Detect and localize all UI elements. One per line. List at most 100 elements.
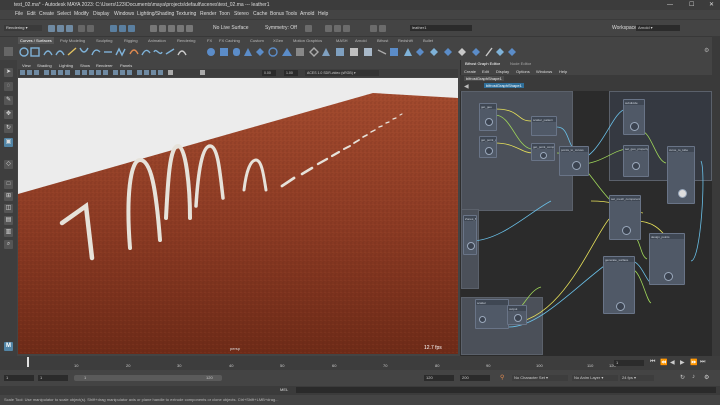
- arc-icon[interactable]: [79, 47, 89, 53]
- gamma-field[interactable]: 1.00: [284, 70, 298, 76]
- node-scatter-pattern[interactable]: scatter_pattern: [531, 116, 557, 136]
- auto-key-icon[interactable]: ⚲: [500, 374, 504, 381]
- current-frame-field[interactable]: 1: [614, 360, 644, 366]
- loop-icon[interactable]: ↻: [680, 374, 685, 381]
- reverse-curve-icon[interactable]: [177, 50, 187, 56]
- four-view-icon[interactable]: ⊞: [4, 192, 13, 201]
- node-get-point-position[interactable]: get_point_position: [479, 136, 497, 158]
- project-curve-icon[interactable]: [390, 48, 398, 56]
- boundary-icon[interactable]: [350, 48, 358, 56]
- last-tool-icon[interactable]: ◇: [4, 160, 13, 169]
- bf-menu-display[interactable]: Display: [496, 68, 509, 75]
- save-scene-icon[interactable]: [66, 25, 73, 32]
- step-back-icon[interactable]: ⏪: [660, 359, 667, 366]
- node-get-point-component[interactable]: get_point_component: [531, 143, 555, 161]
- node-zones-manager[interactable]: Zones_Manager: [463, 215, 477, 255]
- graph-tab[interactable]: bifrostGraphShape1: [464, 76, 504, 81]
- render-frame-icon[interactable]: [325, 25, 332, 32]
- end-frame-field[interactable]: 120: [424, 375, 454, 381]
- square-surface-icon[interactable]: [364, 48, 372, 56]
- pencil-curve-icon[interactable]: [67, 47, 77, 56]
- menu-file[interactable]: File: [15, 10, 23, 19]
- bevel-icon[interactable]: [377, 49, 387, 55]
- command-input[interactable]: [296, 387, 716, 393]
- node-output[interactable]: output: [507, 305, 527, 325]
- camera-icon[interactable]: [20, 70, 25, 75]
- node-curve-to-tube[interactable]: curve_to_tube: [667, 146, 695, 204]
- menu-arnold[interactable]: Arnold: [300, 10, 314, 19]
- search-icon[interactable]: ⌕: [4, 240, 13, 249]
- aa-icon[interactable]: [120, 70, 125, 75]
- construction-history-icon[interactable]: [305, 25, 312, 32]
- shelf-tab-poly[interactable]: Poly Modeling: [60, 37, 85, 44]
- character-set-dropdown[interactable]: No Character Set ▾: [512, 375, 568, 381]
- bf-menu-windows[interactable]: Windows: [536, 68, 552, 75]
- minimize-icon[interactable]: —: [667, 0, 673, 10]
- step-forward-icon[interactable]: ⏩: [690, 359, 697, 366]
- bezier-icon[interactable]: [91, 49, 101, 56]
- stitch-icon[interactable]: [496, 48, 504, 56]
- vp-menu-show[interactable]: Show: [80, 62, 90, 69]
- wireframe-icon[interactable]: [75, 70, 80, 75]
- menu-windows[interactable]: Windows: [114, 10, 134, 19]
- attribute-editor-tabs[interactable]: [712, 36, 720, 356]
- redo-icon[interactable]: [87, 25, 94, 32]
- menu-set-dropdown[interactable]: Rendering ▾: [4, 25, 42, 31]
- node-scatter[interactable]: scatter: [475, 299, 509, 329]
- vp-menu-lighting[interactable]: Lighting: [59, 62, 73, 69]
- menu-render[interactable]: Render: [200, 10, 216, 19]
- gamma-icon[interactable]: [200, 70, 205, 75]
- nurbs-torus-icon[interactable]: [268, 47, 278, 57]
- ipr-render-icon[interactable]: [334, 25, 341, 32]
- bf-menu-create[interactable]: Create: [464, 68, 476, 75]
- menu-toon[interactable]: Toon: [219, 10, 230, 19]
- inner-start-field[interactable]: 1: [38, 375, 68, 381]
- film-gate-icon[interactable]: [58, 70, 63, 75]
- go-to-start-icon[interactable]: ⏮: [650, 359, 655, 366]
- menu-bonus-tools[interactable]: Bonus Tools: [270, 10, 297, 19]
- camera-attr-icon[interactable]: [27, 70, 32, 75]
- two-view-icon[interactable]: ◫: [4, 204, 13, 213]
- attach-surface-icon[interactable]: [444, 48, 452, 56]
- cv-curve-icon[interactable]: [43, 50, 53, 56]
- lights-icon[interactable]: [96, 70, 101, 75]
- open-scene-icon[interactable]: [57, 25, 64, 32]
- select-tool-icon[interactable]: ➤: [4, 68, 13, 77]
- exposure-icon[interactable]: [168, 70, 173, 75]
- symmetry-label[interactable]: Symmetry: Off: [265, 24, 297, 33]
- menu-display[interactable]: Display: [93, 10, 109, 19]
- render-view-icon[interactable]: [379, 25, 386, 32]
- shelf-tab-redshift[interactable]: Redshift: [398, 37, 413, 44]
- revolve-icon[interactable]: [282, 48, 292, 56]
- bf-menu-edit[interactable]: Edit: [482, 68, 489, 75]
- node-set-mesh-component[interactable]: set_mesh_component: [609, 195, 641, 240]
- move-tool-icon[interactable]: ✥: [4, 110, 13, 119]
- paint-select-icon[interactable]: ✎: [4, 96, 13, 105]
- snap-curve-icon[interactable]: [159, 25, 166, 32]
- xray-joints-icon[interactable]: [151, 70, 156, 75]
- hypershade-icon[interactable]: [370, 25, 377, 32]
- menu-edit[interactable]: Edit: [27, 10, 36, 19]
- bifrost-graph-canvas[interactable]: get_geo get_point_position scatter_patte…: [461, 91, 712, 356]
- menu-texturing[interactable]: Texturing: [176, 10, 196, 19]
- vp-menu-panels[interactable]: Panels: [120, 62, 132, 69]
- shelf-tab-fx[interactable]: FX: [207, 37, 212, 44]
- menu-stereo[interactable]: Stereo: [234, 10, 249, 19]
- shadows-icon[interactable]: [103, 70, 108, 75]
- shelf-tab-animation[interactable]: Animation: [148, 37, 166, 44]
- outliner-layout-icon[interactable]: ▤: [4, 216, 13, 225]
- scale-tool-icon[interactable]: ▣: [4, 138, 13, 147]
- shelf-gear-icon[interactable]: [4, 47, 13, 56]
- menu-lighting-shading[interactable]: Lighting/Shading: [137, 10, 174, 19]
- bifrost-title[interactable]: Bifrost Graph Editor: [465, 61, 500, 66]
- detach-curve-icon[interactable]: [115, 47, 126, 57]
- snap-view-icon[interactable]: [177, 25, 184, 32]
- time-slider[interactable]: 10 20 30 40 50 60 70 80 90 100 110 120 1…: [0, 356, 720, 370]
- extrude-icon[interactable]: [322, 48, 330, 56]
- mash-logo-icon[interactable]: M: [4, 342, 13, 351]
- bookmark-icon[interactable]: [34, 70, 39, 75]
- undo-icon[interactable]: [78, 25, 85, 32]
- fillet-icon[interactable]: [508, 48, 516, 56]
- shelf-tab-custom[interactable]: Custom: [250, 37, 264, 44]
- intersect-icon[interactable]: [404, 48, 412, 56]
